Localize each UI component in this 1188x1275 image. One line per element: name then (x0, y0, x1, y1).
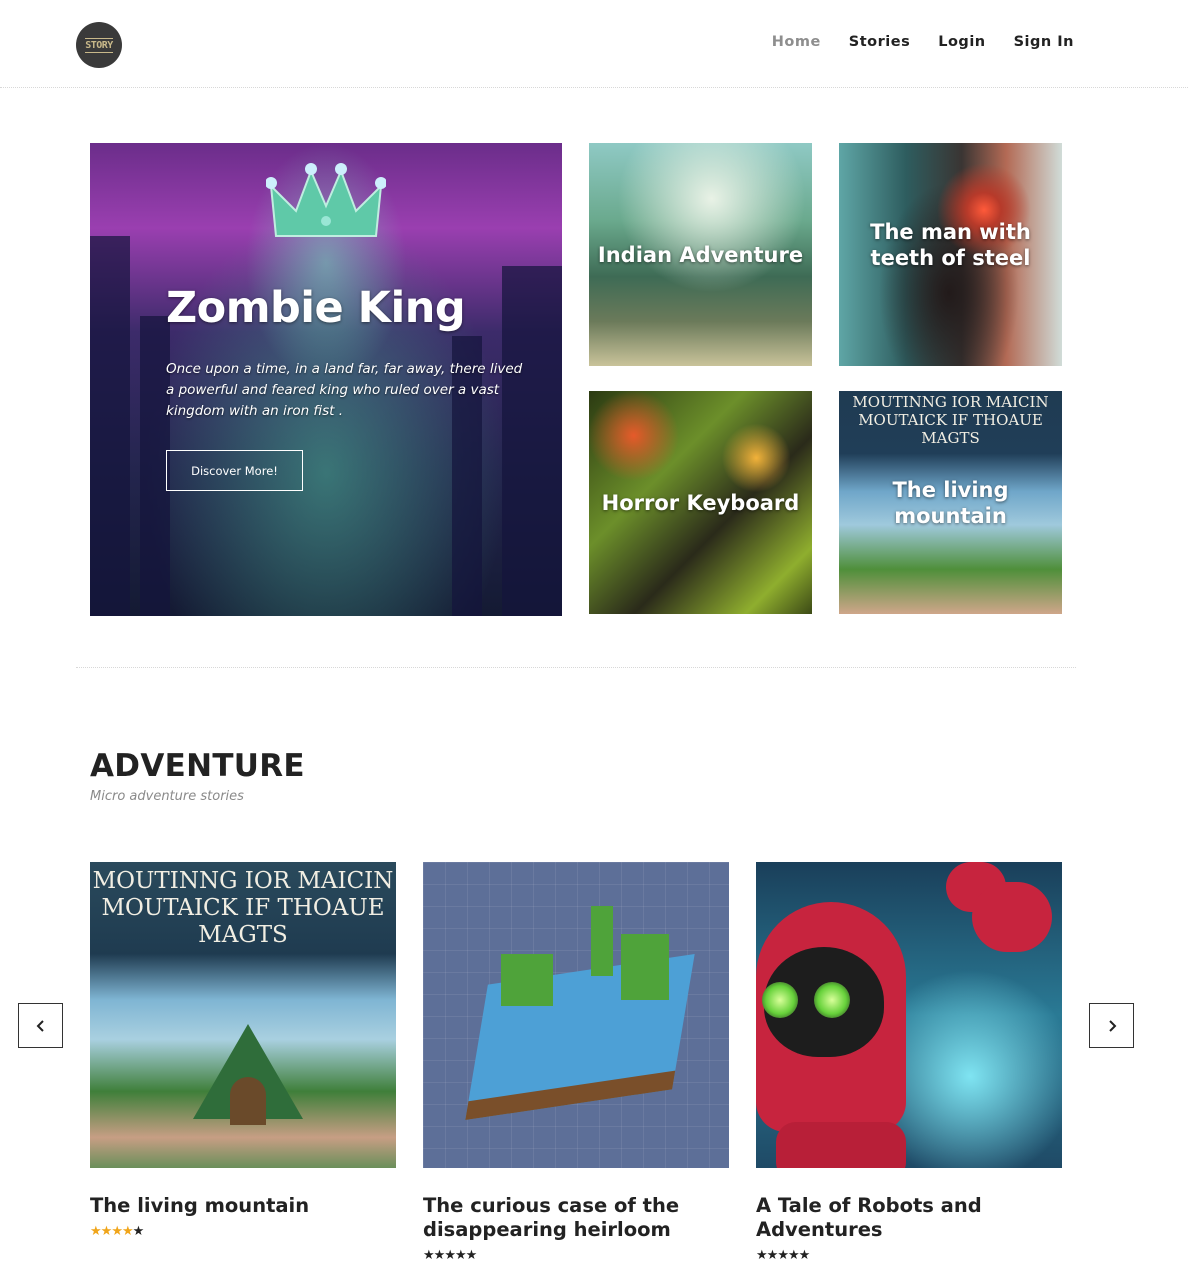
star-icon: ★ (465, 1248, 478, 1263)
story-tile-horror-keyboard[interactable]: Horror Keyboard (589, 391, 812, 614)
section-divider (76, 667, 1076, 668)
story-tile-title: The living mountain (892, 477, 1009, 528)
chevron-left-icon (36, 1019, 44, 1032)
discover-more-button[interactable]: Discover More! (166, 450, 303, 491)
star-icon: ★ (798, 1248, 811, 1263)
story-card[interactable]: The curious case of the disappearing hei… (423, 862, 729, 1264)
story-card-image[interactable]: MOUTINNG IOR MAICIN MOUTAICK IF THOAUE M… (90, 862, 396, 1168)
carousel-prev-button[interactable] (18, 1003, 63, 1048)
section-title: ADVENTURE (90, 748, 305, 784)
story-card[interactable]: A Tale of Robots and Adventures ★★★★★ (756, 862, 1062, 1264)
star-icon: ★ (90, 1224, 102, 1239)
site-header: STORY Home Stories Login Sign In (0, 0, 1188, 88)
nav-home[interactable]: Home (772, 34, 821, 50)
star-icon: ★ (756, 1248, 768, 1263)
star-icon: ★ (766, 1248, 779, 1263)
nav-login[interactable]: Login (938, 34, 985, 50)
star-icon: ★ (423, 1248, 435, 1263)
star-icon: ★ (132, 1224, 145, 1239)
wall-illustration (591, 906, 613, 976)
story-card-title[interactable]: A Tale of Robots and Adventures (756, 1194, 1062, 1242)
hut-illustration (230, 1077, 266, 1125)
section-subtitle: Micro adventure stories (90, 789, 244, 804)
robot-body (776, 1122, 906, 1168)
featured-story-text: Zombie King Once upon a time, in a land … (166, 283, 526, 422)
featured-story-excerpt: Once upon a time, in a land far, far awa… (166, 361, 523, 419)
site-logo[interactable]: STORY (76, 22, 122, 68)
nav-sign-in[interactable]: Sign In (1014, 34, 1074, 50)
chevron-right-icon (1108, 1019, 1116, 1032)
cover-art-text: MOUTINNG IOR MAICIN MOUTAICK IF THOAUE M… (852, 393, 1049, 447)
star-icon: ★ (121, 1224, 134, 1239)
cover-art-text: MOUTINNG IOR MAICIN MOUTAICK IF THOAUE M… (92, 868, 394, 948)
star-icon: ★ (100, 1224, 113, 1239)
wall-illustration (621, 934, 669, 1000)
robot-eye (762, 982, 798, 1018)
star-rating: ★★★★★ (423, 1248, 729, 1264)
story-card-image[interactable] (756, 862, 1062, 1168)
nav-stories[interactable]: Stories (849, 34, 910, 50)
star-rating: ★★★★★ (756, 1248, 1062, 1264)
star-icon: ★ (787, 1248, 800, 1263)
carousel-next-button[interactable] (1089, 1003, 1134, 1048)
star-icon: ★ (111, 1224, 123, 1239)
wall-illustration (501, 954, 553, 1006)
story-card-title[interactable]: The curious case of the disappearing hei… (423, 1194, 729, 1242)
featured-story-title[interactable]: Zombie King (166, 283, 526, 333)
background-building (90, 236, 130, 616)
featured-story[interactable]: Zombie King Once upon a time, in a land … (90, 143, 562, 616)
star-icon: ★ (454, 1248, 467, 1263)
story-tile-man-with-teeth-of-steel[interactable]: The man with teeth of steel (839, 143, 1062, 366)
story-tile-indian-adventure[interactable]: Indian Adventure (589, 143, 812, 366)
robot-eye (814, 982, 850, 1018)
star-rating: ★★★★★ (90, 1224, 396, 1240)
star-icon: ★ (433, 1248, 446, 1263)
logo-text: STORY (85, 37, 113, 53)
story-card-image[interactable] (423, 862, 729, 1168)
story-tile-title: Indian Adventure (597, 242, 804, 267)
crown-illustration (266, 163, 386, 237)
story-tile-title: Horror Keyboard (601, 490, 800, 515)
main-nav: Home Stories Login Sign In (772, 34, 1074, 50)
story-tile-title: The man with teeth of steel (870, 219, 1031, 270)
story-tile-living-mountain[interactable]: MOUTINNG IOR MAICIN MOUTAICK IF THOAUE M… (839, 391, 1062, 614)
star-icon: ★ (444, 1248, 456, 1263)
robot-illustration (972, 882, 1052, 952)
story-card-title[interactable]: The living mountain (90, 1194, 396, 1218)
star-icon: ★ (777, 1248, 789, 1263)
story-card[interactable]: MOUTINNG IOR MAICIN MOUTAICK IF THOAUE M… (90, 862, 396, 1240)
